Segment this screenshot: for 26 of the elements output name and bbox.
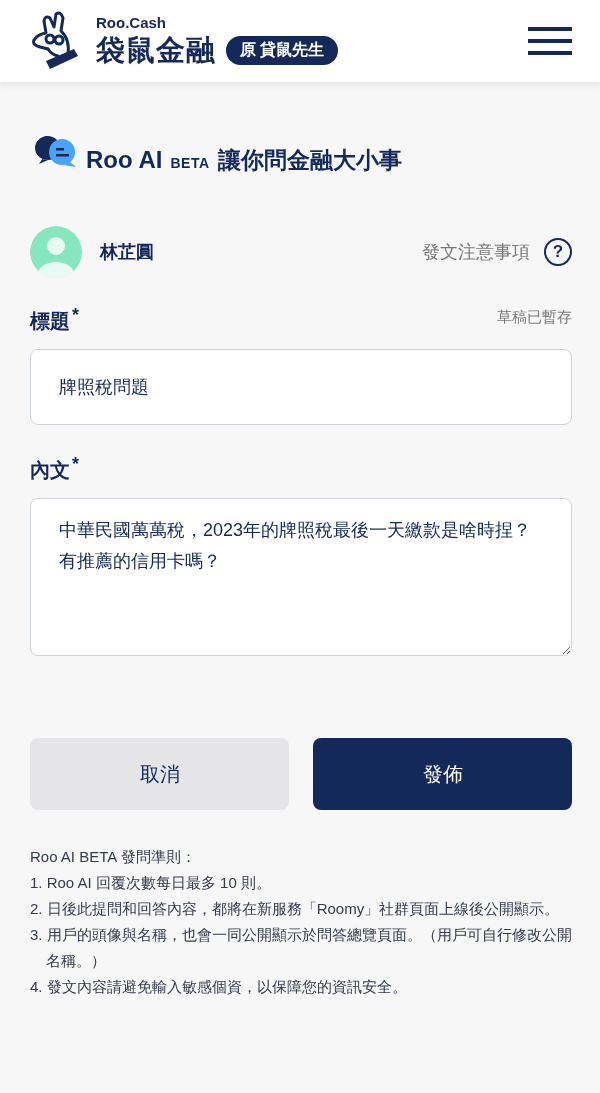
rule-item: 1. Roo AI 回覆次數每日最多 10 則。 [30, 873, 272, 893]
chat-bubbles-icon [34, 134, 78, 168]
beta-tag: BETA [170, 155, 210, 171]
rule-item: 4. 發文內容請避免輸入敏感個資，以保障您的資訊安全。 [30, 977, 408, 997]
required-mark: * [72, 308, 79, 327]
title-input-field[interactable]: 牌照稅問題 [30, 349, 572, 425]
brand-subtitle: Roo.Cash [96, 15, 167, 31]
user-name: 林芷圓 [100, 241, 154, 264]
field-label: 標題 [30, 309, 70, 334]
brand-name: 袋鼠金融 [96, 33, 216, 67]
content-text-area[interactable]: 中華民國萬萬稅，2023年的牌照稅最後一天繳款是啥時捏？有推薦的信用卡嗎？ [30, 498, 572, 656]
posting-notice-link[interactable]: 發文注意事項 [422, 240, 530, 264]
publish-button[interactable]: 發佈 [313, 738, 572, 810]
menu-icon[interactable] [528, 27, 572, 55]
rule-item: 3. 用戶的頭像與名稱，也會一同公開顯示於問答總覽頁面。（用戶可自行修改公開名稱。） [30, 925, 573, 971]
rules-heading: Roo AI BETA 發問準則： [30, 847, 197, 867]
required-mark: * [72, 457, 79, 476]
page-title: 讓你問金融大小事 [217, 146, 402, 175]
help-icon[interactable]: ? [544, 238, 572, 266]
former-name-badge: 原 貸鼠先生 [226, 35, 339, 65]
rule-item: 2. 日後此提問和回答內容，都將在新服務「Roomy」社群頁面上線後公開顯示。 [30, 899, 561, 919]
cancel-button[interactable]: 取消 [30, 738, 289, 810]
avatar-icon [30, 226, 82, 278]
product-name: Roo AI [86, 146, 163, 174]
draft-saved-status: 草稿已暫存 [497, 308, 572, 327]
field-label: 內文 [30, 458, 70, 483]
